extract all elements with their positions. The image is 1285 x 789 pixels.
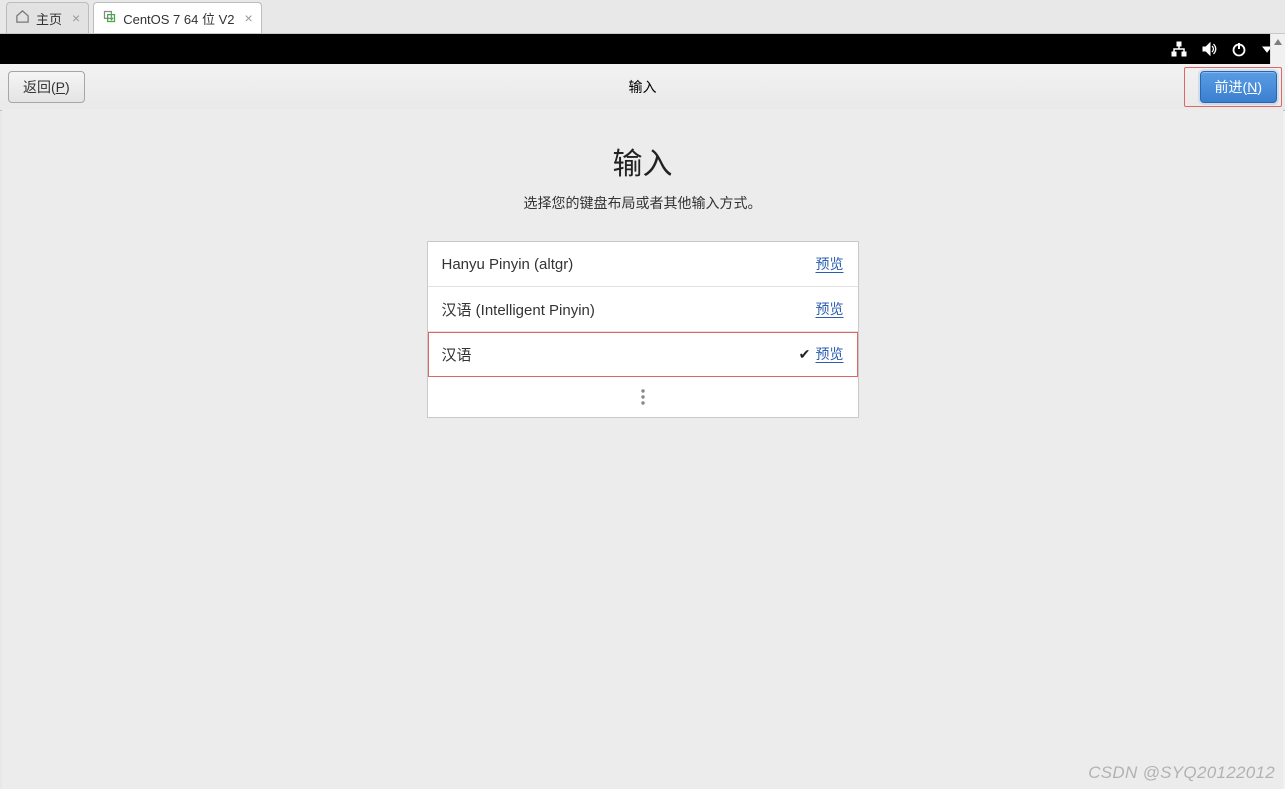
tab-home[interactable]: 主页 × <box>6 2 89 33</box>
back-button-suffix: ) <box>65 79 70 95</box>
list-item-label: Hanyu Pinyin (altgr) <box>442 256 794 273</box>
list-item-label: 汉语 (Intelligent Pinyin) <box>442 299 794 320</box>
list-item[interactable]: 汉语 (Intelligent Pinyin) 预览 <box>428 287 858 332</box>
back-button-prefix: 返回( <box>23 77 56 97</box>
page-heading: 输入 <box>2 139 1283 183</box>
watermark: CSDN @SYQ20122012 <box>1088 763 1275 783</box>
close-icon[interactable]: × <box>72 10 80 26</box>
next-button[interactable]: 前进(N) <box>1200 71 1277 103</box>
check-icon: ✔ <box>794 346 816 363</box>
network-icon[interactable] <box>1171 41 1187 57</box>
back-button-key: P <box>56 79 65 95</box>
page-subtitle: 选择您的键盘布局或者其他输入方式。 <box>2 193 1283 213</box>
actionbar: 返回(P) 输入 前进(N) <box>0 64 1285 111</box>
preview-link[interactable]: 预览 <box>816 299 844 319</box>
preview-link[interactable]: 预览 <box>816 344 844 364</box>
scroll-up-button[interactable] <box>1271 33 1285 50</box>
next-button-suffix: ) <box>1257 79 1262 95</box>
next-button-key: N <box>1247 79 1257 95</box>
more-vertical-icon <box>640 388 646 406</box>
gnome-topbar <box>0 34 1285 64</box>
power-icon[interactable] <box>1231 41 1247 57</box>
tab-label: CentOS 7 64 位 V2 <box>123 9 234 28</box>
input-method-list: Hanyu Pinyin (altgr) 预览 汉语 (Intelligent … <box>427 241 859 418</box>
list-item-label: 汉语 <box>442 344 794 365</box>
tab-label: 主页 <box>36 9 62 28</box>
volume-icon[interactable] <box>1201 41 1217 57</box>
list-item[interactable]: Hanyu Pinyin (altgr) 预览 <box>428 242 858 287</box>
main-panel: 输入 选择您的键盘布局或者其他输入方式。 Hanyu Pinyin (altgr… <box>2 109 1283 789</box>
actionbar-title: 输入 <box>0 77 1285 97</box>
home-icon <box>15 9 30 27</box>
more-button[interactable] <box>428 377 858 417</box>
tab-vm[interactable]: CentOS 7 64 位 V2 × <box>93 2 261 33</box>
preview-link[interactable]: 预览 <box>816 254 844 274</box>
close-icon[interactable]: × <box>244 10 252 26</box>
list-item[interactable]: 汉语 ✔ 预览 <box>428 332 858 377</box>
tabstrip: 主页 × CentOS 7 64 位 V2 × <box>0 0 1285 34</box>
next-button-prefix: 前进( <box>1215 77 1248 97</box>
back-button[interactable]: 返回(P) <box>8 71 85 103</box>
vm-icon <box>102 9 117 27</box>
